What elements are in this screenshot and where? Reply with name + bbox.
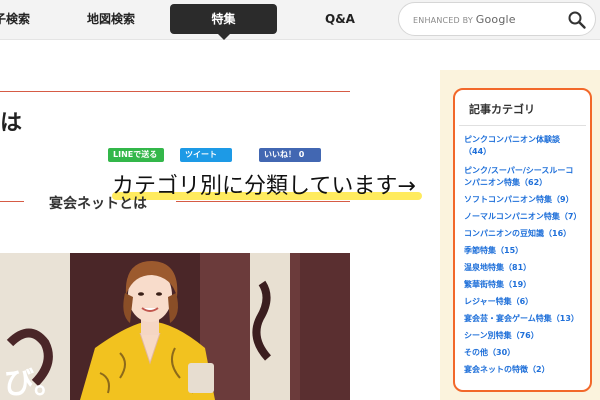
category-link[interactable]: レジャー特集（6） — [464, 296, 533, 308]
nav-item-qa[interactable]: Q&A — [310, 4, 370, 34]
sidebar-title: 記事カテゴリ — [469, 103, 535, 116]
annotation-text: カテゴリ別に分類しています→ — [112, 174, 416, 199]
photo-text: び。 — [4, 366, 64, 400]
category-link[interactable]: その他（30） — [464, 347, 515, 359]
search-placeholder: ENHANCED BY Google — [413, 13, 516, 26]
facebook-like-button[interactable]: いいね！ 0 — [259, 148, 321, 162]
nav-item-map-search[interactable]: 地図検索 — [76, 4, 146, 34]
category-link[interactable]: 宴会芸・宴会ゲーム特集（13） — [464, 313, 579, 325]
category-link[interactable]: 繁華街特集（19） — [464, 279, 531, 291]
category-link[interactable]: ノーマルコンパニオン特集（7） — [464, 211, 581, 223]
line-share-button[interactable]: LINEで送る — [108, 148, 164, 162]
nav-item-features[interactable]: 特集 — [170, 4, 277, 40]
category-link[interactable]: シーン別特集（76） — [464, 330, 539, 342]
section-divider-right — [176, 201, 350, 202]
companion-photo-illustration: び。 — [0, 253, 350, 400]
category-link[interactable]: ソフトコンパニオン特集（9） — [464, 194, 574, 206]
sidebar-divider — [459, 125, 586, 126]
section-divider-left — [0, 201, 24, 202]
title-divider — [0, 91, 350, 92]
search-icon[interactable] — [567, 10, 587, 30]
category-link[interactable]: ピンクコンパニオン体験談 （44） — [464, 134, 560, 158]
category-link[interactable]: 季節特集（15） — [464, 245, 523, 257]
category-link[interactable]: コンパニオンの豆知識（16） — [464, 228, 571, 240]
nav-item-search[interactable]: 子検索 — [0, 4, 34, 34]
category-link[interactable]: ピンク/スーパー/シースルーコ ンパニオン特集（62） — [464, 165, 573, 189]
page-title: は — [0, 111, 23, 136]
section-heading: 宴会ネットとは — [49, 196, 147, 212]
category-link[interactable]: 宴会ネットの特徴（2） — [464, 364, 550, 376]
tweet-button[interactable]: ツイート — [180, 148, 232, 162]
top-navigation: 子検索 地図検索 特集 Q&A ENHANCED BY Google — [0, 0, 600, 40]
search-input[interactable]: ENHANCED BY Google — [398, 2, 596, 36]
article-photo: び。 — [0, 253, 350, 400]
category-link[interactable]: 温泉地特集（81） — [464, 262, 531, 274]
article-category-widget: 記事カテゴリ ピンクコンパニオン体験談 （44） ピンク/スーパー/シースルーコン… — [453, 88, 592, 392]
